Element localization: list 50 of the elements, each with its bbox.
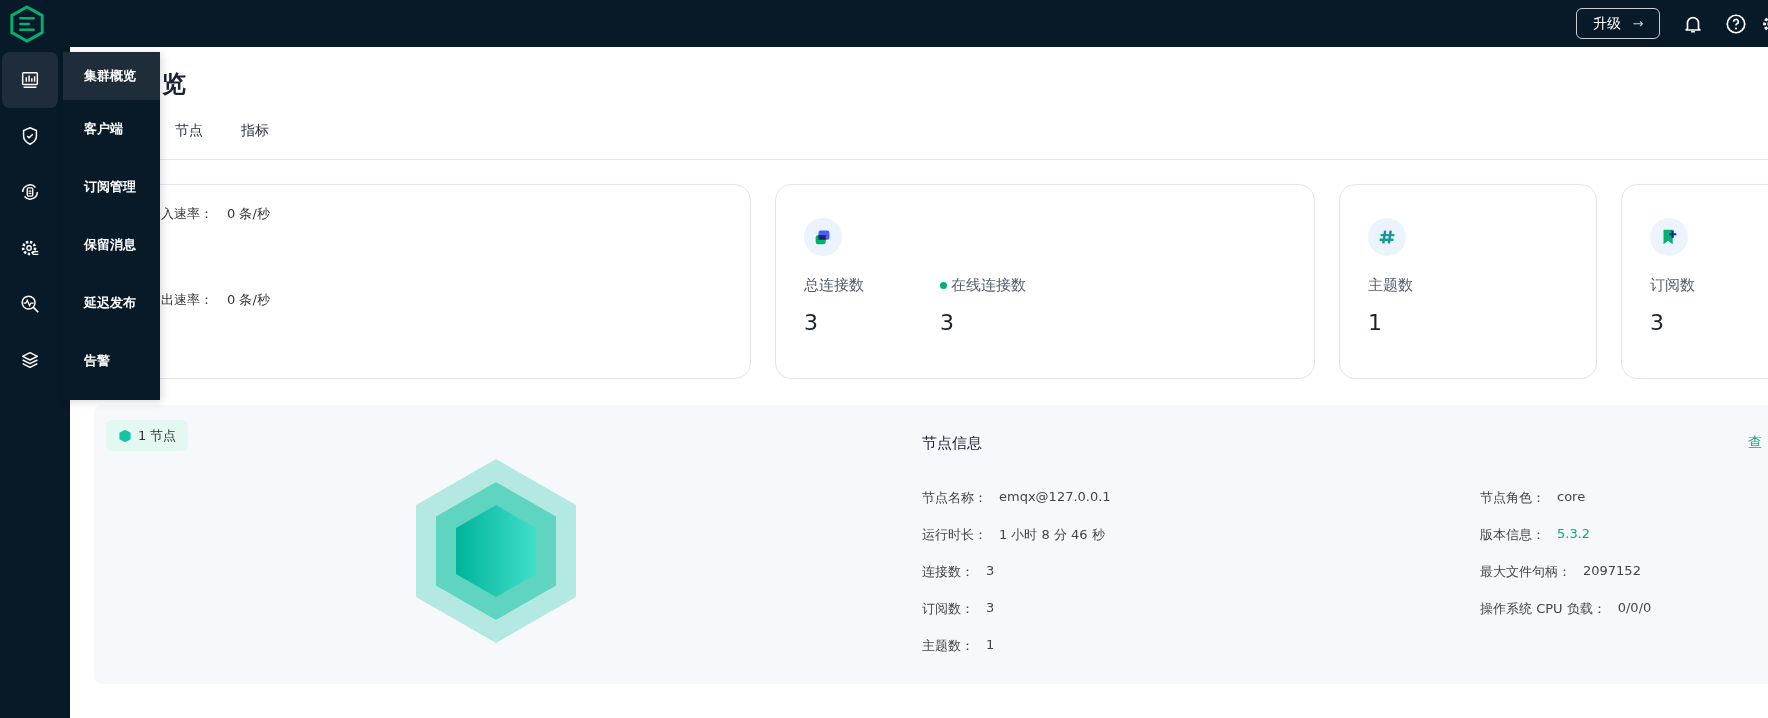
stat-value: 1 — [1368, 310, 1383, 335]
stat-label: 主题数 — [1368, 275, 1413, 295]
menu-item[interactable]: 保留消息 — [63, 216, 160, 274]
stat-label: 总连接数 — [804, 275, 864, 295]
menu-item[interactable]: 客户端 — [63, 100, 160, 158]
info-label: 连接数： — [922, 563, 974, 581]
tab[interactable]: 指标 — [241, 122, 269, 140]
pulse-search-icon — [19, 293, 41, 315]
info-label: 主题数： — [922, 637, 974, 655]
menu-item[interactable]: 告警 — [63, 332, 160, 390]
badge-text: 1 节点 — [138, 426, 177, 445]
rate-label: 入速率： — [161, 205, 213, 223]
rate-label: 出速率： — [161, 291, 213, 309]
info-value: 3 — [986, 600, 995, 617]
rate-value: 0 条/秒 — [227, 205, 270, 223]
menu-item[interactable]: 集群概览 — [63, 52, 160, 100]
info-value: 2097152 — [1583, 563, 1641, 580]
info-value: core — [1557, 489, 1586, 506]
layers-icon — [19, 349, 41, 371]
help-icon[interactable] — [1725, 12, 1747, 35]
monitor-icon — [19, 69, 41, 91]
info-value: 1 — [986, 637, 995, 654]
sidebar-item[interactable] — [2, 52, 58, 108]
info-label: 版本信息： — [1480, 526, 1545, 544]
info-value: 0/0/0 — [1617, 600, 1652, 617]
info-value: 3 — [986, 563, 995, 580]
sync-icon — [19, 181, 41, 203]
menu-item[interactable]: 订阅管理 — [63, 158, 160, 216]
info-label: 最大文件句柄： — [1480, 563, 1571, 581]
upgrade-button[interactable]: 升级 → — [1576, 8, 1660, 39]
info-value: 1 小时 8 分 46 秒 — [999, 526, 1105, 544]
hexagon-icon — [118, 428, 132, 443]
logo-icon — [8, 4, 46, 43]
info-label: 订阅数： — [922, 600, 974, 618]
stat-label: 在线连接数 — [951, 275, 1026, 295]
info-label: 节点角色： — [1480, 489, 1545, 507]
stat-value: 3 — [1650, 310, 1665, 335]
info-label: 节点名称： — [922, 489, 987, 507]
info-label: 操作系统 CPU 负载： — [1480, 600, 1606, 618]
info-value: emqx@127.0.0.1 — [999, 489, 1111, 506]
stat-value: 3 — [940, 310, 955, 335]
page-title: 览 — [162, 69, 187, 100]
tab[interactable]: 节点 — [175, 122, 203, 140]
rate-value: 0 条/秒 — [227, 291, 270, 309]
info-label: 运行时长： — [922, 526, 987, 544]
stat-label: 订阅数 — [1650, 275, 1695, 295]
section-title: 节点信息 — [922, 433, 983, 453]
info-value: 5.3.2 — [1557, 526, 1591, 543]
stat-value: 3 — [804, 310, 819, 335]
menu-item[interactable]: 延迟发布 — [63, 274, 160, 332]
